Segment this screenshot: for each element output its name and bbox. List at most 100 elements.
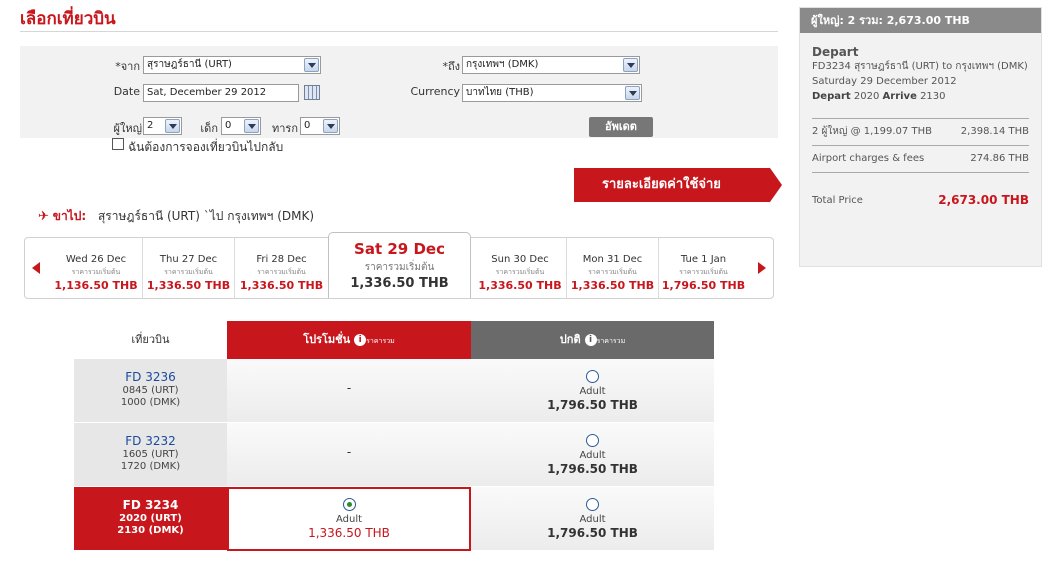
summary-fees-label: Airport charges & fees xyxy=(812,153,925,164)
date-option-price: 1,336.50 THB xyxy=(239,279,324,292)
promo-fare-cell: - xyxy=(227,359,471,423)
date-option-day: Thu 27 Dec xyxy=(159,254,218,265)
date-label: Date xyxy=(113,85,140,98)
summary-pax-value: 2,398.14 THB xyxy=(960,126,1029,137)
date-option[interactable]: Fri 28 Dec ราคารวมเริ่มต้น 1,336.50 THB xyxy=(234,238,328,298)
chevron-down-icon[interactable] xyxy=(625,86,640,100)
fare-radio[interactable] xyxy=(586,434,599,447)
summary-total-row: Total Price 2,673.00 THB xyxy=(812,193,1029,215)
infant-select[interactable]: 0 xyxy=(300,117,340,135)
date-strip: Wed 26 Dec ราคารวมเริ่มต้น 1,136.50 THB … xyxy=(24,232,774,299)
summary-divider xyxy=(812,172,1029,173)
child-select-value: 0 xyxy=(225,120,232,131)
promo-fare-cell: - xyxy=(227,423,471,487)
arrival-time: 1000 (DMK) xyxy=(120,397,181,408)
date-option-day: Mon 31 Dec xyxy=(582,254,643,265)
fare-price: 1,796.50 THB xyxy=(547,526,638,540)
promo-unavailable: - xyxy=(346,445,352,459)
date-option-price: 1,336.50 THB xyxy=(146,279,231,292)
update-button[interactable]: อัพเดต xyxy=(589,117,653,137)
from-select[interactable]: สุราษฎร์ธานี (URT) xyxy=(143,56,321,74)
chevron-right-icon[interactable] xyxy=(758,262,766,274)
to-select[interactable]: กรุงเทพฯ (DMK) xyxy=(462,56,640,74)
summary-flight-line: FD3234 สุราษฎร์ธานี (URT) to กรุงเทพฯ (D… xyxy=(812,61,1028,72)
column-header-normal: ปกติ i ราคารวม xyxy=(471,321,714,359)
date-option-note: ราคารวมเริ่มต้น xyxy=(257,268,306,276)
summary-depart-word: Depart xyxy=(812,91,851,102)
leg-route: สุราษฎร์ธานี (URT) `ไป กรุงเทพฯ (DMK) xyxy=(97,209,315,223)
flight-number: FD 3234 xyxy=(122,498,179,512)
date-option[interactable]: Mon 31 Dec ราคารวมเริ่มต้น 1,336.50 THB xyxy=(566,238,658,298)
chevron-down-icon[interactable] xyxy=(323,119,338,133)
summary-arrive-time: 2130 xyxy=(920,91,946,102)
table-row-selected: FD 3234 2020 (URT) 2130 (DMK) Adult 1,33… xyxy=(74,487,714,551)
summary-arrive-word: Arrive xyxy=(882,91,917,102)
promo-fare-cell-selected[interactable]: Adult 1,336.50 THB xyxy=(227,487,471,551)
airplane-icon: ✈ xyxy=(38,209,49,224)
summary-times-line: Depart 2020 Arrive 2130 xyxy=(812,89,1029,104)
normal-fare-cell[interactable]: Adult 1,796.50 THB xyxy=(471,487,714,551)
column-header-flight: เที่ยวบิน xyxy=(74,321,227,359)
fare-details-button[interactable]: รายละเอียดค่าใช้จ่าย xyxy=(574,168,782,202)
date-option-price: 1,136.50 THB xyxy=(54,279,138,292)
promo-unavailable: - xyxy=(346,381,352,395)
column-header-promo: โปรโมชั่น i ราคารวม xyxy=(227,321,471,359)
fare-price: 1,796.50 THB xyxy=(547,462,638,476)
infant-label: ทารก xyxy=(272,122,298,135)
chevron-down-icon[interactable] xyxy=(304,58,319,72)
date-option-day: Sun 30 Dec xyxy=(491,254,549,265)
chevron-down-icon[interactable] xyxy=(165,119,180,133)
fare-price: 1,796.50 THB xyxy=(547,398,638,412)
date-option[interactable]: Tue 1 Jan ราคารวมเริ่มต้น 1,796.50 THB xyxy=(658,238,748,298)
date-option-note: ราคารวมเริ่มต้น xyxy=(495,268,545,276)
date-option[interactable]: Sun 30 Dec ราคารวมเริ่มต้น 1,336.50 THB xyxy=(474,238,566,298)
column-header-note: ราคารวม xyxy=(366,337,395,345)
flight-cell: FD 3234 2020 (URT) 2130 (DMK) xyxy=(74,487,227,551)
date-option-note: ราคารวมเริ่มต้น xyxy=(679,268,728,276)
date-option-price: 1,796.50 THB xyxy=(661,279,746,292)
date-option-selected[interactable]: Sat 29 Dec ราคารวมเริ่มต้น 1,336.50 THB xyxy=(328,232,471,298)
normal-fare-cell[interactable]: Adult 1,796.50 THB xyxy=(471,423,714,487)
chevron-left-icon[interactable] xyxy=(32,262,40,274)
summary-fees-value: 274.86 THB xyxy=(970,153,1029,164)
date-option-day: Fri 28 Dec xyxy=(256,254,307,265)
date-option[interactable]: Thu 27 Dec ราคารวมเริ่มต้น 1,336.50 THB xyxy=(142,238,234,298)
passenger-type: Adult xyxy=(579,450,606,461)
column-header-note: ราคารวม xyxy=(596,337,626,345)
date-input[interactable]: Sat, December 29 2012 xyxy=(143,84,299,102)
table-row: FD 3236 0845 (URT) 1000 (DMK) - Adult 1,… xyxy=(74,359,714,423)
chevron-down-icon[interactable] xyxy=(623,58,638,72)
date-input-value: Sat, December 29 2012 xyxy=(147,87,267,98)
chevron-down-icon[interactable] xyxy=(244,119,259,133)
date-option-note: ราคารวมเริ่มต้น xyxy=(588,268,637,276)
fare-radio-checked[interactable] xyxy=(342,498,356,511)
child-label: เด็ก xyxy=(200,122,218,135)
calendar-icon[interactable] xyxy=(304,85,320,100)
normal-fare-cell[interactable]: Adult 1,796.50 THB xyxy=(471,359,714,423)
leg-header: ✈ ขาไป: สุราษฎร์ธานี (URT) `ไป กรุงเทพฯ … xyxy=(38,207,314,226)
return-checkbox[interactable] xyxy=(112,138,124,150)
return-label: ฉันต้องการจองเที่ยวบินไปกลับ xyxy=(128,140,284,154)
infant-select-value: 0 xyxy=(304,120,311,131)
to-label: *ถึง xyxy=(442,60,460,73)
date-option-note: ราคารวมเริ่มต้น xyxy=(364,262,435,273)
column-header-promo-label: โปรโมชั่น xyxy=(303,333,351,346)
departure-time: 1605 (URT) xyxy=(122,449,179,460)
fare-radio[interactable] xyxy=(586,498,599,511)
adult-select[interactable]: 2 xyxy=(143,117,182,135)
info-icon[interactable]: i xyxy=(354,334,367,346)
departure-time: 2020 (URT) xyxy=(119,513,182,524)
adult-label: ผู้ใหญ่ xyxy=(113,122,142,135)
child-select[interactable]: 0 xyxy=(221,117,261,135)
summary-header: ผู้ใหญ่: 2 รวม: 2,673.00 THB xyxy=(800,8,1041,33)
summary-depart-title: Depart xyxy=(812,45,859,59)
date-option[interactable]: Wed 26 Dec ราคารวมเริ่มต้น 1,136.50 THB xyxy=(50,238,142,298)
currency-select[interactable]: บาทไทย (THB) xyxy=(462,84,642,102)
passenger-type: Adult xyxy=(335,514,363,525)
adult-select-value: 2 xyxy=(147,120,154,131)
info-icon[interactable]: i xyxy=(584,334,597,346)
departure-time: 0845 (URT) xyxy=(122,385,179,396)
summary-depart-time: 2020 xyxy=(853,91,880,102)
fare-radio[interactable] xyxy=(586,370,599,383)
date-option-note: ราคารวมเริ่มต้น xyxy=(71,268,121,276)
